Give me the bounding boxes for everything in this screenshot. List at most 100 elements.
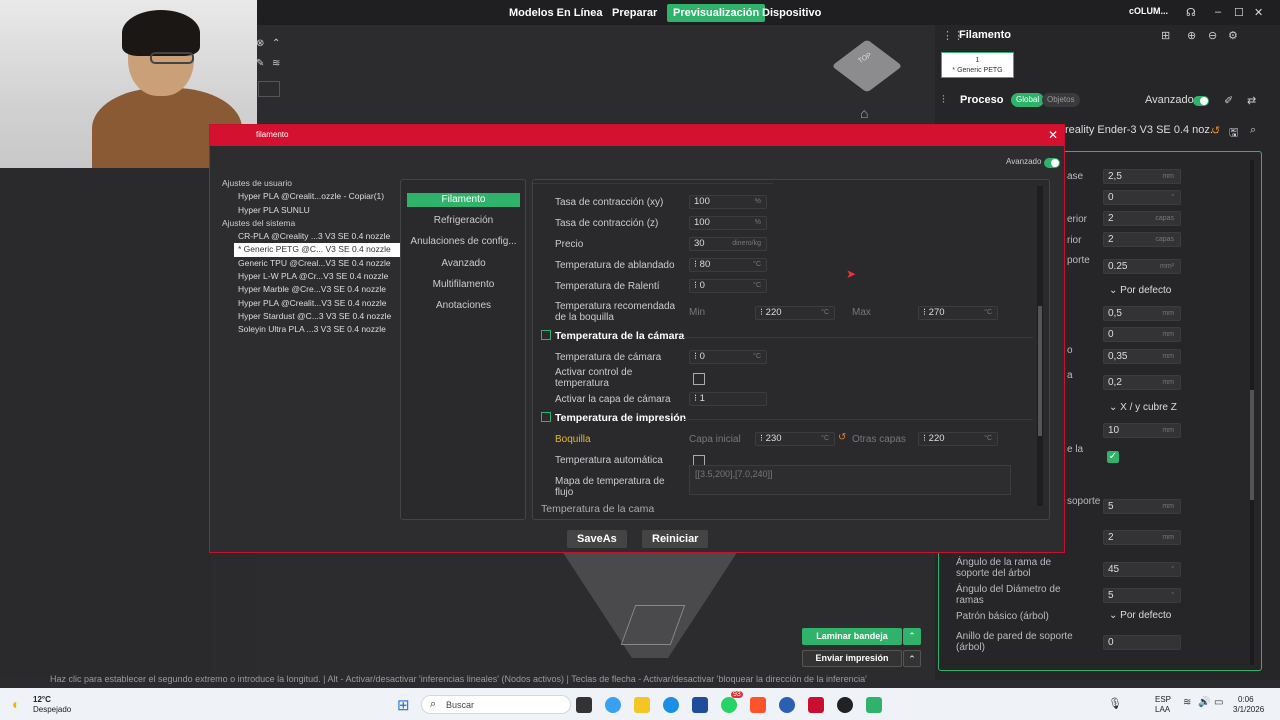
view-box[interactable] <box>258 81 280 97</box>
price-input[interactable]: 30 dinero/kg <box>689 237 767 251</box>
nav-device[interactable]: Dispositivo <box>756 4 827 22</box>
preset-item[interactable]: Hyper PLA SUNLU <box>222 204 400 217</box>
weather-icon[interactable]: ◐ <box>12 696 20 712</box>
other-layers-input[interactable]: ⁝ 220 °C <box>918 432 998 446</box>
idle-input[interactable]: ⁝ 0 °C <box>689 279 767 293</box>
home-icon[interactable]: ⌂ <box>860 105 868 121</box>
edge-icon[interactable] <box>663 697 679 713</box>
wifi-icon[interactable]: ≋ <box>1183 697 1191 708</box>
layers-icon[interactable]: ⊗ <box>256 38 264 49</box>
save-icon[interactable]: 🖫 <box>1229 124 1238 143</box>
nav-prepare[interactable]: Preparar <box>606 4 663 22</box>
maximize-icon[interactable]: ☐ <box>1234 6 1244 19</box>
row-input-7[interactable]: 0 mm <box>1103 327 1181 342</box>
tab-multifilament[interactable]: Multifilamento <box>407 278 520 292</box>
headset-icon[interactable]: ☊ <box>1186 6 1196 19</box>
row-input-3[interactable]: 2 capas <box>1103 232 1181 247</box>
shrink-xy-input[interactable]: 100% <box>689 195 767 209</box>
advanced-toggle[interactable] <box>1193 96 1209 106</box>
tab-cooling[interactable]: Refrigeración <box>407 214 520 228</box>
send-print-button[interactable]: Enviar impresión <box>802 650 902 667</box>
obs-icon[interactable] <box>837 697 853 713</box>
task-view-icon[interactable] <box>576 697 592 713</box>
preset-item[interactable]: Generic TPU @Creal...V3 SE 0.4 nozzle <box>222 257 400 270</box>
tab-notes[interactable]: Anotaciones <box>407 299 520 313</box>
send-options-icon[interactable]: ⌃ <box>903 650 921 667</box>
close-icon[interactable]: ✕ <box>1254 6 1263 19</box>
weather-desc[interactable]: Despejado <box>33 705 71 714</box>
user-name[interactable]: cOLUM... <box>1129 6 1168 16</box>
flow-map-textarea[interactable]: [[3.5,200],[7.0,240]] <box>689 465 1011 495</box>
minimize-icon[interactable]: – <box>1215 6 1221 18</box>
pencil-icon[interactable]: ✎ <box>256 58 264 69</box>
row-input-4[interactable]: 0.25 mm² <box>1103 259 1181 274</box>
objects-toggle[interactable]: Objetos <box>1042 93 1080 107</box>
chamber-temp-input[interactable]: ⁝ 0 °C <box>689 350 767 364</box>
min-temp-input[interactable]: ⁝ 220 °C <box>755 306 835 320</box>
preset-item[interactable]: Soleyin Ultra PLA ...3 V3 SE 0.4 nozzle <box>222 323 400 336</box>
row-input-2[interactable]: 2 capas <box>1103 211 1181 226</box>
chamber-layer-input[interactable]: ⁝ 1 <box>689 392 767 406</box>
row-input-6[interactable]: 0,5 mm <box>1103 306 1181 321</box>
slice-plate-button[interactable]: Laminar bandeja <box>802 628 902 645</box>
start-icon[interactable]: ⊞ <box>397 696 410 714</box>
content-scrollbar[interactable] <box>1037 186 1043 506</box>
battery-icon[interactable]: ▭ <box>1214 697 1223 708</box>
language[interactable]: ESP <box>1155 695 1171 704</box>
save-as-button[interactable]: SaveAs <box>567 530 627 548</box>
search-icon[interactable]: ⌕ <box>1250 124 1256 137</box>
add-icon[interactable]: ⊕ <box>1187 29 1196 42</box>
row-input-9[interactable]: 0,2 mm <box>1103 375 1181 390</box>
acrobat-icon[interactable] <box>808 697 824 713</box>
whatsapp-icon[interactable] <box>721 697 737 713</box>
preset-item[interactable]: Hyper PLA @Crealit...ozzle - Copiar(1) <box>222 190 400 203</box>
remove-icon[interactable]: ⊖ <box>1208 29 1217 42</box>
softening-input[interactable]: ⁝ 80 °C <box>689 258 767 272</box>
app-icon[interactable] <box>779 697 795 713</box>
collapse-icon[interactable]: ⌃ <box>272 38 280 49</box>
volume-icon[interactable]: 🔊 <box>1198 697 1210 708</box>
tab-overrides[interactable]: Anulaciones de config... <box>407 235 520 249</box>
row-input-18[interactable]: 0 <box>1103 635 1181 650</box>
file-explorer-icon[interactable] <box>634 697 650 713</box>
tab-advanced[interactable]: Avanzado <box>407 257 520 271</box>
reset-button[interactable]: Reiniciar <box>642 530 709 548</box>
preset-item-selected[interactable]: * Generic PETG @C... V3 SE 0.4 nozzle <box>234 243 408 257</box>
nav-online-models[interactable]: Modelos En Línea <box>503 4 609 22</box>
microphone-icon[interactable]: 🎙 <box>1108 697 1122 710</box>
brave-icon[interactable] <box>750 697 766 713</box>
row-input-11[interactable]: 10 mm <box>1103 423 1181 438</box>
store-icon[interactable] <box>692 697 708 713</box>
dialog-advanced-toggle[interactable] <box>1044 158 1060 168</box>
weather-temp[interactable]: 12°C <box>33 695 51 704</box>
preset-item[interactable]: CR-PLA @Creality ...3 V3 SE 0.4 nozzle <box>222 230 400 243</box>
row-select-17[interactable]: ⌄ Por defecto <box>1105 608 1183 624</box>
process-scrollbar[interactable] <box>1250 160 1254 665</box>
row-input-0[interactable]: 2,5 mm <box>1103 169 1181 184</box>
clock-time[interactable]: 0:06 <box>1238 695 1254 704</box>
row-select-5[interactable]: ⌄ Por defecto <box>1105 283 1183 299</box>
row-input-14[interactable]: 2 mm <box>1103 530 1181 545</box>
reset-value-icon[interactable]: ↺ <box>838 432 846 443</box>
chamber-control-checkbox[interactable] <box>693 373 705 385</box>
preset-item[interactable]: Hyper PLA @Crealit...V3 SE 0.4 nozzle <box>222 297 400 310</box>
preset-item[interactable]: Hyper Stardust @C...3 V3 SE 0.4 nozzle <box>222 310 400 323</box>
initial-layer-input[interactable]: ⁝ 230 °C <box>755 432 835 446</box>
reset-icon[interactable]: ↺ <box>1211 124 1220 137</box>
filament-slot[interactable]: 1 * Generic PETG <box>941 52 1014 78</box>
preset-item[interactable]: Hyper L-W PLA @Cr...V3 SE 0.4 nozzle <box>222 270 400 283</box>
global-toggle[interactable]: Global <box>1011 93 1045 107</box>
row-input-1[interactable]: 0 ° <box>1103 190 1181 205</box>
copilot-icon[interactable] <box>605 697 621 713</box>
wifi-icon[interactable]: ≋ <box>272 58 280 69</box>
slice-options-icon[interactable]: ⌃ <box>903 628 921 645</box>
preset-item[interactable]: Hyper Marble @Cre...V3 SE 0.4 nozzle <box>222 283 400 296</box>
row-select-10[interactable]: ⌄ X / y cubre Z <box>1105 400 1183 416</box>
slicer-app-icon[interactable] <box>866 697 882 713</box>
language-sub[interactable]: LAA <box>1155 705 1170 714</box>
printer-preset[interactable]: reality Ender-3 V3 SE 0.4 noz... <box>1065 124 1219 136</box>
row-checkbox-12[interactable]: ✓ <box>1107 451 1119 463</box>
max-temp-input[interactable]: ⁝ 270 °C <box>918 306 998 320</box>
nav-preview[interactable]: Previsualización <box>667 4 766 22</box>
row-input-13[interactable]: 5 mm <box>1103 499 1181 514</box>
